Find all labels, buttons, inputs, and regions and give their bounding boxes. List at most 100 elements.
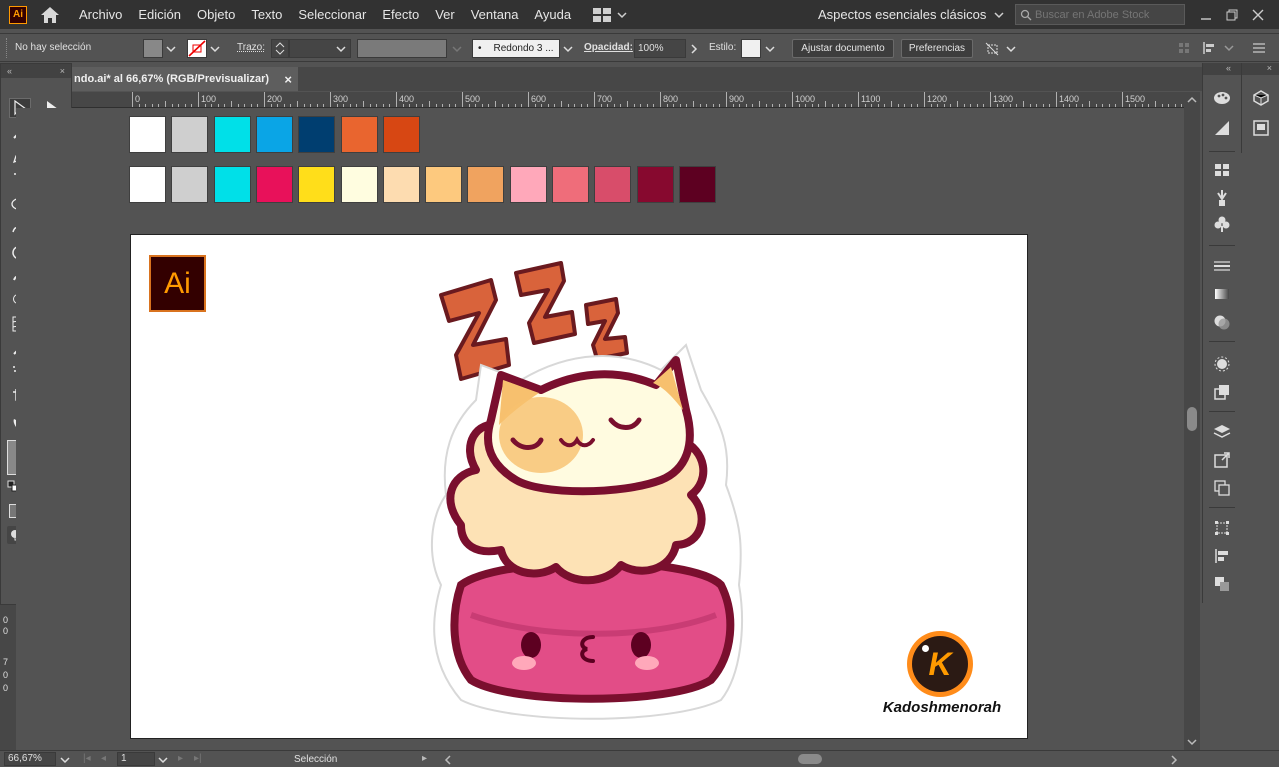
libraries-panel-icon[interactable] [1251,89,1271,107]
zoom-input[interactable]: 66,67% [4,752,56,766]
fit-document-button[interactable]: Ajustar documento [792,39,894,58]
canvas-area[interactable]: Ai K Kadoshmenorah [16,108,1184,750]
color-swatch[interactable] [467,166,505,203]
opacity-label[interactable]: Opacidad: [584,42,633,53]
menu-seleccionar[interactable]: Seleccionar [290,7,374,22]
variable-width-profile[interactable] [357,39,447,58]
status-menu-icon[interactable]: ▸ [422,753,427,764]
close-icon[interactable]: × [1242,63,1279,75]
color-swatch[interactable] [594,166,632,203]
horizontal-scroll-thumb[interactable] [798,754,822,764]
color-swatch[interactable] [129,166,166,203]
illustrator-logo[interactable]: Ai [9,5,27,24]
menu-ayuda[interactable]: Ayuda [526,7,579,22]
menu-edicion[interactable]: Edición [130,7,189,22]
stock-search-input[interactable] [1035,8,1180,21]
align-grid-icon[interactable] [1178,42,1190,54]
stroke-stepper[interactable] [271,39,289,58]
color-swatch[interactable] [552,166,589,203]
graphic-styles-panel-icon[interactable] [1212,383,1232,401]
gradient-panel-icon[interactable] [1212,285,1232,303]
properties-panel-icon[interactable] [1251,119,1271,137]
stock-search[interactable] [1015,4,1185,25]
scroll-right-icon[interactable] [1170,755,1178,765]
panel-menu-icon[interactable] [1252,42,1266,54]
chevron-right-icon[interactable] [690,44,698,54]
color-swatch[interactable] [213,166,251,203]
color-swatch[interactable] [509,166,547,203]
color-swatch[interactable] [213,116,251,153]
workspace-switcher[interactable]: Aspectos esenciales clásicos [818,0,1004,29]
chevron-down-icon[interactable] [60,756,70,764]
preferences-button[interactable]: Preferencias [901,39,973,58]
home-icon[interactable] [39,5,61,25]
chevron-down-icon[interactable] [210,45,220,53]
color-guide-icon[interactable] [1212,119,1232,137]
scroll-thumb[interactable] [1187,407,1197,431]
appearance-panel-icon[interactable] [1212,355,1232,373]
chevron-down-icon[interactable] [158,756,168,764]
transform-icon[interactable] [984,41,1002,57]
color-swatch[interactable] [340,166,378,203]
color-swatch[interactable] [340,116,378,153]
graphic-style-swatch[interactable] [741,39,761,58]
artboard-number-input[interactable]: 1 [117,752,155,766]
color-swatch[interactable] [382,166,420,203]
collapse-icon[interactable]: « [1203,63,1241,75]
color-swatch[interactable] [171,116,209,153]
menu-objeto[interactable]: Objeto [189,7,243,22]
color-swatch[interactable] [298,166,336,203]
menu-texto[interactable]: Texto [243,7,290,22]
vertical-scrollbar[interactable] [1184,92,1200,750]
opacity-input[interactable]: 100% [634,39,686,58]
fill-swatch[interactable] [143,39,163,58]
minimize-icon[interactable] [1200,9,1212,21]
swatches-panel-icon[interactable] [1212,161,1232,179]
last-artboard-icon[interactable]: ▸| [194,753,202,764]
brushes-panel-icon[interactable] [1212,189,1232,207]
chevron-down-icon[interactable] [1006,45,1016,53]
close-icon[interactable]: × [60,66,65,76]
prev-artboard-icon[interactable]: ◂ [101,753,106,764]
pathfinder-panel-icon[interactable] [1212,575,1232,593]
menu-efecto[interactable]: Efecto [374,7,427,22]
stroke-swatch[interactable] [187,39,207,58]
chevron-down-icon[interactable] [166,45,176,53]
asset-export-panel-icon[interactable] [1212,451,1232,469]
color-swatch[interactable] [425,166,463,203]
next-artboard-icon[interactable]: ▸ [178,753,183,764]
menu-ver[interactable]: Ver [427,7,463,22]
color-swatch[interactable] [678,166,716,203]
color-swatch[interactable] [382,116,420,153]
transparency-panel-icon[interactable] [1212,313,1232,331]
align-left-icon[interactable] [1202,41,1218,55]
collapse-icon[interactable]: « [7,66,12,76]
color-swatch[interactable] [636,166,674,203]
close-tab-icon[interactable]: × [284,72,292,87]
color-panel-icon[interactable] [1212,89,1232,107]
restore-icon[interactable] [1226,9,1238,21]
stroke-panel-icon[interactable] [1212,257,1232,275]
menu-ventana[interactable]: Ventana [463,7,527,22]
arrange-documents-button[interactable] [593,7,627,22]
chevron-down-icon[interactable] [452,45,462,53]
scroll-up-icon[interactable] [1187,96,1197,104]
document-tab[interactable]: ndo.ai* al 66,67% (RGB/Previsualizar) × [72,67,298,91]
symbols-panel-icon[interactable] [1212,215,1232,233]
scroll-left-icon[interactable] [444,755,452,765]
color-swatch[interactable] [255,166,293,203]
artboard[interactable]: Ai K Kadoshmenorah [130,234,1028,739]
menu-archivo[interactable]: Archivo [71,7,130,22]
first-artboard-icon[interactable]: |◂ [83,753,91,764]
color-swatch[interactable] [298,116,336,153]
scroll-down-icon[interactable] [1187,738,1197,746]
close-icon[interactable] [1252,9,1264,21]
artboards-panel-icon[interactable] [1212,479,1232,497]
color-swatch[interactable] [171,166,209,203]
chevron-down-icon[interactable] [1224,44,1234,52]
stroke-weight-input[interactable] [289,39,351,58]
transform-panel-icon[interactable] [1212,519,1232,537]
color-swatch[interactable] [255,116,293,153]
chevron-down-icon[interactable] [563,45,573,53]
align-panel-icon[interactable] [1212,547,1232,565]
